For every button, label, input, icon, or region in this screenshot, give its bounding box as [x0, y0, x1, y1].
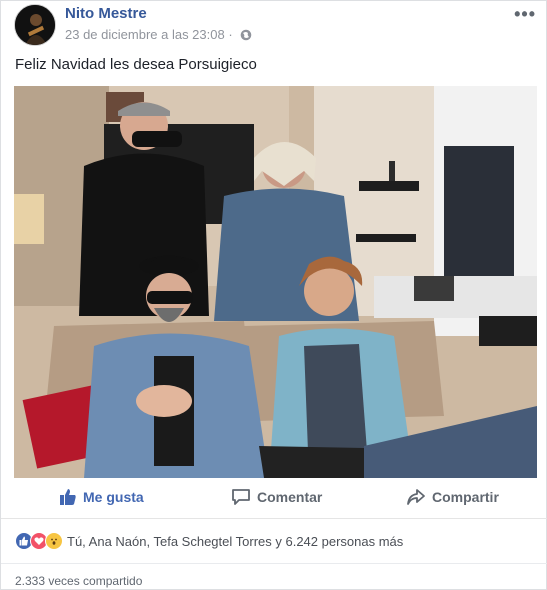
post-timestamp[interactable]: 23 de diciembre a las 23:08 — [65, 27, 225, 42]
shares-count[interactable]: 2.333 veces compartido — [15, 574, 142, 588]
post-meta: 23 de diciembre a las 23:08 · — [65, 27, 252, 44]
share-button[interactable]: Compartir — [406, 488, 499, 506]
post-text: Feliz Navidad les desea Porsuigieco — [15, 56, 257, 73]
photo-illustration — [14, 86, 537, 478]
post-actions-bar: Me gusta Comentar Compartir — [1, 479, 547, 519]
author-avatar[interactable] — [14, 4, 56, 46]
avatar-image — [15, 5, 55, 45]
like-button[interactable]: Me gusta — [59, 488, 144, 506]
comment-icon — [232, 489, 250, 505]
like-label: Me gusta — [83, 489, 144, 505]
post-photo[interactable] — [14, 86, 537, 478]
share-label: Compartir — [432, 489, 499, 505]
ellipsis-icon[interactable]: ••• — [514, 4, 536, 25]
wow-reaction-icon — [45, 532, 63, 550]
divider — [1, 563, 547, 564]
share-icon — [407, 489, 425, 505]
comment-button[interactable]: Comentar — [231, 488, 322, 506]
globe-icon — [240, 29, 252, 44]
comment-label: Comentar — [257, 489, 323, 505]
author-name[interactable]: Nito Mestre — [65, 5, 147, 22]
separator: · — [228, 27, 237, 42]
post-card: Nito Mestre 23 de diciembre a las 23:08 … — [0, 0, 547, 590]
reactions-summary[interactable]: Tú, Ana Naón, Tefa Schegtel Torres y 6.2… — [15, 532, 403, 550]
thumbs-up-icon — [60, 489, 76, 505]
reactions-text: Tú, Ana Naón, Tefa Schegtel Torres y 6.2… — [67, 533, 404, 549]
